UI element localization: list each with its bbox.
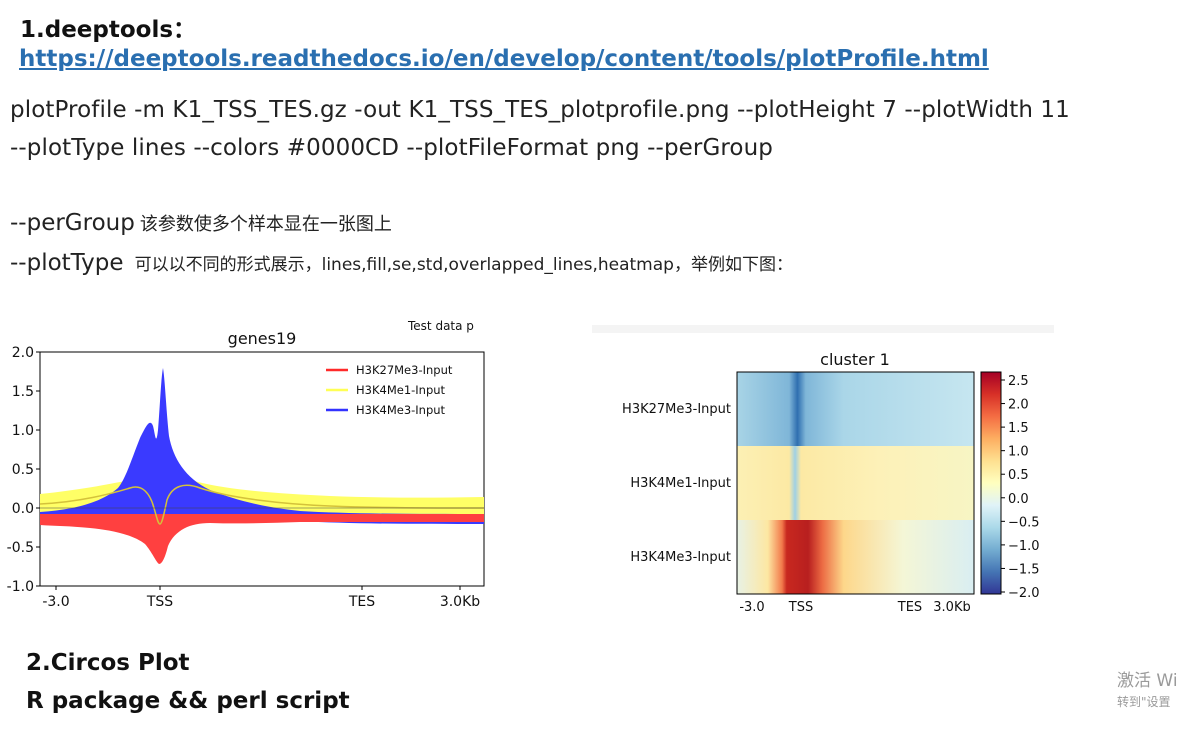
param-plottype-name: --plotType <box>10 250 124 276</box>
heatmap-row-h3k4me3 <box>737 520 974 594</box>
x-tick-label: TSS <box>146 594 173 610</box>
colorbar-tick-label: 1.5 <box>1008 421 1029 436</box>
y-tick-label: -1.0 <box>7 579 34 595</box>
colorbar-tick-label: 1.0 <box>1008 445 1029 460</box>
section1-title: 1.deeptools： <box>20 17 197 43</box>
heatmap-top-strip <box>592 325 1054 333</box>
profile-legend: H3K27Me3-Input H3K4Me1-Input H3K4Me3-Inp… <box>326 363 453 417</box>
colorbar-tick-label: −0.5 <box>1008 515 1040 530</box>
y-tick-label: 0.0 <box>12 501 34 517</box>
colorbar-tick-label: 0.0 <box>1008 492 1029 507</box>
y-tick-label: 1.0 <box>12 423 34 439</box>
legend-label-h3k4me1: H3K4Me1-Input <box>356 383 446 397</box>
param-pergroup-name: --perGroup <box>10 210 135 236</box>
legend-label-h3k4me3: H3K4Me3-Input <box>356 403 446 417</box>
legend-label-h3k27me3: H3K27Me3-Input <box>356 363 453 377</box>
y-tick-label: -0.5 <box>7 540 34 556</box>
param-plottype-desc: 可以以不同的形式展示，lines,fill,se,std,overlapped_… <box>134 255 793 275</box>
heatmap-xtick-tss: TSS <box>788 600 813 615</box>
heatmap-x-axis: -3.0 TSS TES 3.0Kb <box>739 600 970 615</box>
command-line-1: plotProfile -m K1_TSS_TES.gz -out K1_TSS… <box>10 97 1070 123</box>
colorbar-tick-label: 0.5 <box>1008 468 1029 483</box>
heatmap-xtick-start: -3.0 <box>739 600 764 615</box>
x-tick-label: -3.0 <box>42 594 69 610</box>
section2-title: 2.Circos Plot <box>26 650 190 676</box>
x-tick-label: TES <box>348 594 375 610</box>
colorbar-tick-label: 2.5 <box>1008 374 1029 389</box>
heatmap-xtick-tes: TES <box>897 600 922 615</box>
heatmap-row-label-h3k4me3: H3K4Me3-Input <box>630 550 731 565</box>
activation-watermark-line1: 激活 Wi <box>1117 671 1178 691</box>
heatmap-colorbar <box>980 371 1002 595</box>
colorbar-tick-label: −2.0 <box>1008 586 1040 601</box>
command-line-2: --plotType lines --colors #0000CD --plot… <box>10 135 773 161</box>
heatmap-row-h3k4me1 <box>737 446 974 520</box>
profile-chart: 2.01.51.00.50.0-0.5-1.0 -3.0 TSS TES 3.0Kb … <box>7 319 485 610</box>
heatmap-row-label-h3k4me1: H3K4Me1-Input <box>630 476 731 491</box>
y-tick-label: 2.0 <box>12 345 34 361</box>
x-tick-label: 3.0Kb <box>440 594 480 610</box>
y-tick-label: 0.5 <box>12 462 34 478</box>
heatmap-chart: cluster 1 H3K27Me3-Input H3K4Me1-Input H… <box>592 325 1054 615</box>
param-plottype-row: --plotType 可以以不同的形式展示，lines,fill,se,std,… <box>10 250 793 276</box>
colorbar-tick-label: −1.0 <box>1008 539 1040 554</box>
colorbar-tick-label: 2.0 <box>1008 398 1029 413</box>
heatmap-row-label-h3k27me3: H3K27Me3-Input <box>622 402 731 417</box>
section2-subtitle: R package && perl script <box>26 688 350 714</box>
heatmap-title: cluster 1 <box>820 350 890 369</box>
activation-watermark-line2: 转到"设置 <box>1117 695 1171 709</box>
x-axis: -3.0 TSS TES 3.0Kb <box>42 586 480 610</box>
param-pergroup-row: --perGroup 该参数使多个样本显在一张图上 <box>10 210 392 236</box>
profile-chart-cropped-title: Test data p <box>407 319 474 333</box>
profile-chart-title: genes19 <box>228 329 297 348</box>
heatmap-colorbar-ticks: 2.5 2.0 1.5 1.0 0.5 0.0 −0.5 −1.0 −1.5 −2.0 <box>1001 374 1040 601</box>
param-pergroup-desc: 该参数使多个样本显在一张图上 <box>139 214 392 235</box>
heatmap-row-h3k27me3 <box>737 372 974 446</box>
plotprofile-docs-link[interactable]: https://deeptools.readthedocs.io/en/deve… <box>19 46 989 72</box>
heatmap-xtick-end: 3.0Kb <box>933 600 970 615</box>
colorbar-tick-label: −1.5 <box>1008 562 1040 577</box>
y-axis: 2.0 1.5 1.0 0.5 0.0 -0.5 -1.0 <box>7 345 40 595</box>
y-tick-label: 1.5 <box>12 384 34 400</box>
